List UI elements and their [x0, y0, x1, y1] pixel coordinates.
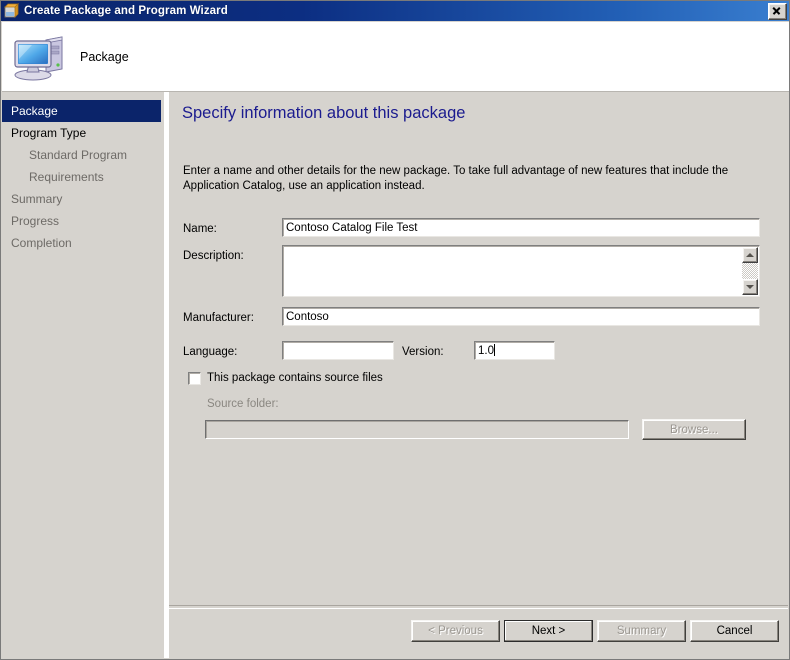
sidebar-item-completion[interactable]: Completion: [2, 232, 164, 254]
browse-button: Browse...: [642, 419, 746, 440]
sidebar-item-label: Progress: [11, 214, 59, 228]
wizard-step-nav: Package Program Type Standard Program Re…: [2, 92, 164, 658]
wizard-content: Specify information about this package E…: [169, 92, 788, 658]
sidebar-item-label: Program Type: [11, 126, 86, 140]
sidebar-item-label: Completion: [11, 236, 72, 250]
source-files-checkbox[interactable]: [188, 372, 201, 385]
name-input[interactable]: Contoso Catalog File Test: [282, 218, 760, 237]
sidebar-item-program-type[interactable]: Program Type: [2, 122, 164, 144]
description-input[interactable]: [282, 245, 760, 297]
page-title: Specify information about this package: [182, 104, 465, 123]
footer-separator: [169, 605, 788, 609]
language-input[interactable]: [282, 341, 394, 360]
scroll-up-icon[interactable]: [742, 247, 758, 263]
source-folder-label: Source folder:: [207, 398, 279, 410]
previous-button: < Previous: [411, 620, 500, 642]
sidebar-item-progress[interactable]: Progress: [2, 210, 164, 232]
language-label: Language:: [183, 346, 237, 358]
next-button[interactable]: Next >: [504, 620, 593, 642]
version-input[interactable]: 1.0: [474, 341, 555, 360]
version-input-value: 1.0: [478, 345, 494, 357]
scrollbar-track[interactable]: [742, 263, 758, 279]
window-title: Create Package and Program Wizard: [24, 5, 228, 17]
page-description: Enter a name and other details for the n…: [183, 164, 755, 194]
sidebar-item-standard-program[interactable]: Standard Program: [2, 144, 164, 166]
wizard-header: Package: [2, 22, 790, 92]
manufacturer-label: Manufacturer:: [183, 312, 254, 324]
source-files-label: This package contains source files: [207, 372, 383, 384]
name-label: Name:: [183, 223, 217, 235]
sidebar-item-label: Standard Program: [29, 148, 127, 162]
sidebar-item-summary[interactable]: Summary: [2, 188, 164, 210]
manufacturer-input[interactable]: Contoso: [282, 307, 760, 326]
sidebar-item-package[interactable]: Package: [2, 100, 161, 122]
summary-button: Summary: [597, 620, 686, 642]
sidebar-item-label: Requirements: [29, 170, 104, 184]
close-icon[interactable]: [768, 3, 787, 20]
source-folder-input: [205, 420, 629, 439]
package-wizard-icon: [4, 3, 20, 19]
sidebar-item-requirements[interactable]: Requirements: [2, 166, 164, 188]
sidebar-item-label: Package: [11, 104, 58, 118]
computer-icon: [12, 31, 68, 83]
title-bar-buttons: [768, 3, 787, 20]
version-label: Version:: [402, 346, 444, 358]
header-title: Package: [80, 50, 129, 64]
description-scrollbar[interactable]: [742, 247, 758, 295]
cancel-button[interactable]: Cancel: [690, 620, 779, 642]
sidebar-item-label: Summary: [11, 192, 62, 206]
description-label: Description:: [183, 250, 244, 262]
title-bar: Create Package and Program Wizard: [1, 1, 790, 21]
scroll-down-icon[interactable]: [742, 279, 758, 295]
wizard-window: Create Package and Program Wizard: [0, 0, 790, 660]
text-caret: [494, 344, 495, 356]
